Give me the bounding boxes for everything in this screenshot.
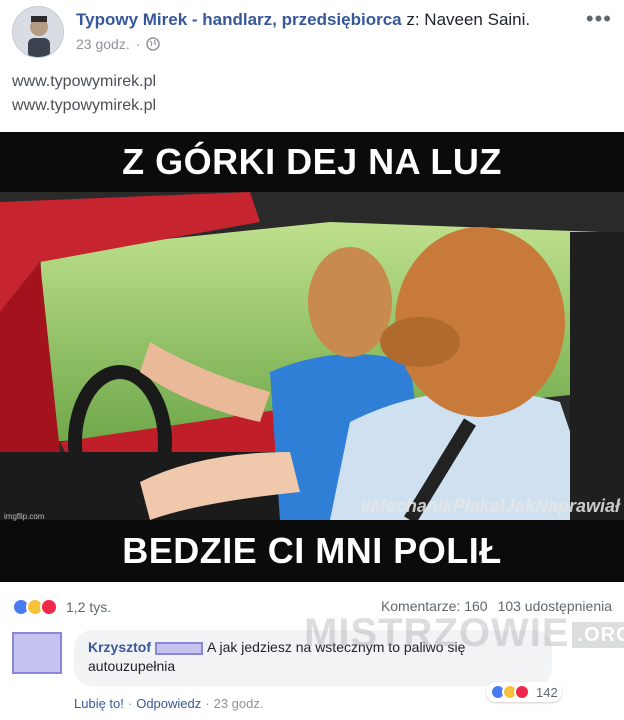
action-separator: · [205, 696, 210, 711]
comment-bubble: MISTRZOWIE.ORG KrzysztofA jak jedziesz n… [74, 613, 624, 686]
meme-top-caption: Z GÓRKI DEJ NA LUZ [122, 141, 502, 182]
love-reaction-icon [514, 684, 530, 700]
post-time[interactable]: 23 godz. [76, 36, 130, 52]
comment-reactions[interactable]: 142 [486, 682, 562, 702]
comment: MISTRZOWIE.ORG KrzysztofA jak jedziesz n… [12, 613, 624, 702]
post-text: www.typowymirek.pl www.typowymirek.pl [12, 70, 156, 118]
reaction-count[interactable]: 1,2 tys. [66, 599, 111, 615]
comment-author[interactable]: Krzysztof [88, 639, 151, 655]
post-link[interactable]: www.typowymirek.pl [12, 94, 156, 118]
with-text[interactable]: z: Naveen Saini. [406, 10, 530, 29]
post-author-line: Typowy Mirek - handlarz, przedsiębiorca … [76, 10, 530, 30]
love-reaction-icon [40, 598, 58, 616]
comment-reaction-count: 142 [536, 684, 558, 700]
meme-hashtag: #MechanikPłakałJakNaprawiał [360, 496, 620, 516]
watermark-tld: .ORG [571, 621, 624, 648]
comment-avatar[interactable] [12, 632, 62, 674]
mistrzowie-watermark: MISTRZOWIE.ORG [304, 613, 624, 653]
page-avatar[interactable] [12, 6, 64, 58]
comment-actions: Lubię to! · Odpowiedz · 23 godz. [74, 696, 263, 711]
post-header: Typowy Mirek - handlarz, przedsiębiorca … [12, 4, 612, 60]
more-options-icon[interactable]: ••• [586, 6, 612, 32]
watermark-text: MISTRZOWIE [304, 611, 570, 655]
meta-separator: · [135, 36, 141, 52]
reply-link[interactable]: Odpowiedz [136, 696, 201, 711]
meme-bottom-caption: BEDZIE CI MNI POLIŁ [122, 530, 502, 571]
globe-icon[interactable] [146, 37, 161, 51]
post-link[interactable]: www.typowymirek.pl [12, 70, 156, 94]
comment-time[interactable]: 23 godz. [214, 696, 264, 711]
meme-photo [0, 192, 624, 520]
page-name-link[interactable]: Typowy Mirek - handlarz, przedsiębiorca [76, 10, 402, 29]
like-comment-link[interactable]: Lubię to! [74, 696, 124, 711]
action-separator: · [127, 696, 133, 711]
redacted-name [155, 641, 204, 655]
meme-image[interactable]: Z GÓRKI DEJ NA LUZ #MechanikPłakałJakNap… [0, 132, 624, 582]
reactions-summary[interactable]: 1,2 tys. [12, 598, 111, 616]
post-meta: 23 godz. · [76, 36, 161, 52]
